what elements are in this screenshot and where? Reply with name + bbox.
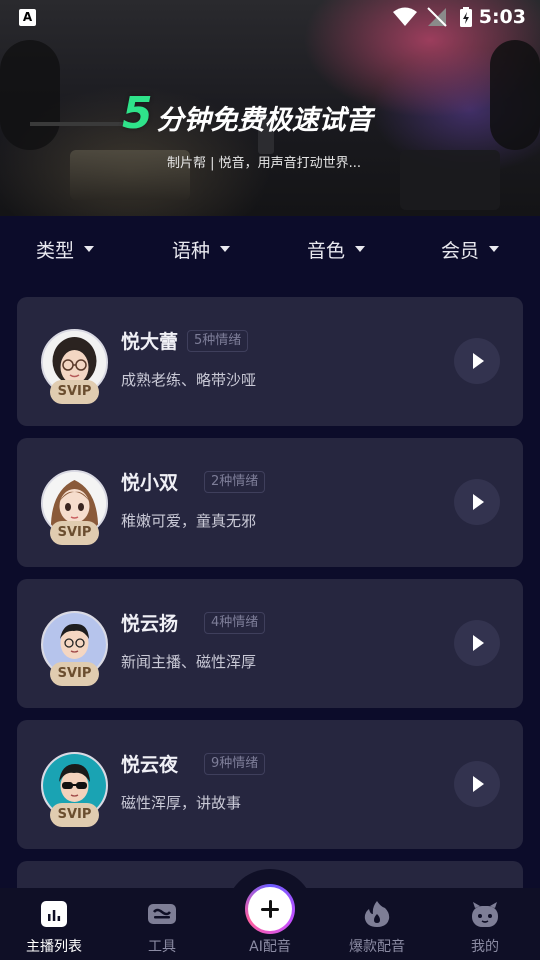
voice-description: 新闻主播、磁性浑厚 xyxy=(121,653,257,671)
voice-description: 成熟老练、略带沙哑 xyxy=(121,371,257,389)
nav-item-anchor-list[interactable]: 主播列表 xyxy=(4,888,104,960)
banner-highlight-number: 5 xyxy=(122,88,153,139)
clock: 5:03 xyxy=(478,6,526,28)
nav-label: AI配音 xyxy=(249,939,291,955)
wifi-icon xyxy=(393,7,417,26)
voice-card[interactable]: SVIP 悦小双 2种情绪 稚嫩可爱，童真无邪 xyxy=(17,438,523,567)
emotion-count-tag: 4种情绪 xyxy=(204,612,266,634)
nav-item-profile[interactable]: 我的 xyxy=(435,888,535,960)
filter-membership-dropdown[interactable]: 会员 xyxy=(441,236,500,262)
filter-label: 音色 xyxy=(307,239,346,262)
studio-equipment xyxy=(400,150,500,210)
app-notification-icon: A xyxy=(19,9,36,26)
filter-bar: 类型 语种 音色 会员 xyxy=(0,216,540,282)
caret-down-icon xyxy=(220,246,231,252)
emotion-count-tag: 9种情绪 xyxy=(204,753,266,775)
filter-timbre-dropdown[interactable]: 音色 xyxy=(307,236,366,262)
filter-label: 语种 xyxy=(172,239,211,262)
avatar-container: SVIP xyxy=(41,329,108,404)
studio-shelf xyxy=(30,122,130,126)
nav-label: 主播列表 xyxy=(26,939,82,955)
caret-down-icon xyxy=(84,246,95,252)
filter-label: 类型 xyxy=(36,239,75,262)
banner-subtitle: 制片帮 | 悦音，用声音打动世界... xyxy=(167,156,362,171)
status-bar: A 5:03 xyxy=(0,0,540,36)
bar-chart-icon xyxy=(41,901,67,927)
voice-name: 悦云扬 xyxy=(121,613,179,635)
studio-speaker-right xyxy=(490,40,540,150)
filter-language-dropdown[interactable]: 语种 xyxy=(172,236,231,262)
voice-name: 悦小双 xyxy=(121,472,179,494)
voice-name: 悦云夜 xyxy=(121,754,179,776)
svip-badge: SVIP xyxy=(50,380,99,404)
svip-badge: SVIP xyxy=(50,803,99,827)
voice-card[interactable]: SVIP 悦云扬 4种情绪 新闻主播、磁性浑厚 xyxy=(17,579,523,708)
nav-label: 工具 xyxy=(148,939,176,955)
svip-badge: SVIP xyxy=(50,662,99,686)
voice-card[interactable]: SVIP 悦云夜 9种情绪 磁性浑厚，讲故事 xyxy=(17,720,523,849)
play-button[interactable] xyxy=(454,620,500,666)
filter-type-dropdown[interactable]: 类型 xyxy=(36,236,95,262)
voice-name: 悦大蕾 xyxy=(121,331,179,353)
nav-item-tools[interactable]: 工具 xyxy=(112,888,212,960)
banner-title-text: 分钟免费极速试音 xyxy=(156,105,373,136)
battery-charging-icon xyxy=(460,7,472,27)
avatar-container: SVIP xyxy=(41,611,108,686)
avatar-container: SVIP xyxy=(41,470,108,545)
emotion-count-tag: 5种情绪 xyxy=(187,330,249,352)
robot-icon xyxy=(472,902,498,927)
voice-card[interactable]: SVIP 悦大蕾 5种情绪 成熟老练、略带沙哑 xyxy=(17,297,523,426)
voice-description: 磁性浑厚，讲故事 xyxy=(121,794,242,812)
banner-title: 5 分钟免费极速试音 xyxy=(122,92,373,136)
ai-dubbing-fab[interactable] xyxy=(245,884,295,934)
fire-icon xyxy=(364,901,390,927)
nav-label: 爆款配音 xyxy=(349,939,405,955)
caret-down-icon xyxy=(489,246,500,252)
avatar-container: SVIP xyxy=(41,752,108,827)
nav-label: 我的 xyxy=(471,939,499,955)
nav-item-hot-dubbing[interactable]: 爆款配音 xyxy=(327,888,427,960)
play-button[interactable] xyxy=(454,338,500,384)
play-button[interactable] xyxy=(454,479,500,525)
voice-description: 稚嫩可爱，童真无邪 xyxy=(121,512,257,530)
status-icons xyxy=(393,7,472,27)
filter-label: 会员 xyxy=(441,239,480,262)
emotion-count-tag: 2种情绪 xyxy=(204,471,266,493)
svip-badge: SVIP xyxy=(50,521,99,545)
no-signal-icon xyxy=(427,7,447,27)
plus-icon xyxy=(248,887,292,931)
play-button[interactable] xyxy=(454,761,500,807)
caret-down-icon xyxy=(355,246,366,252)
studio-speaker-left xyxy=(0,40,60,150)
tools-icon xyxy=(148,904,176,924)
